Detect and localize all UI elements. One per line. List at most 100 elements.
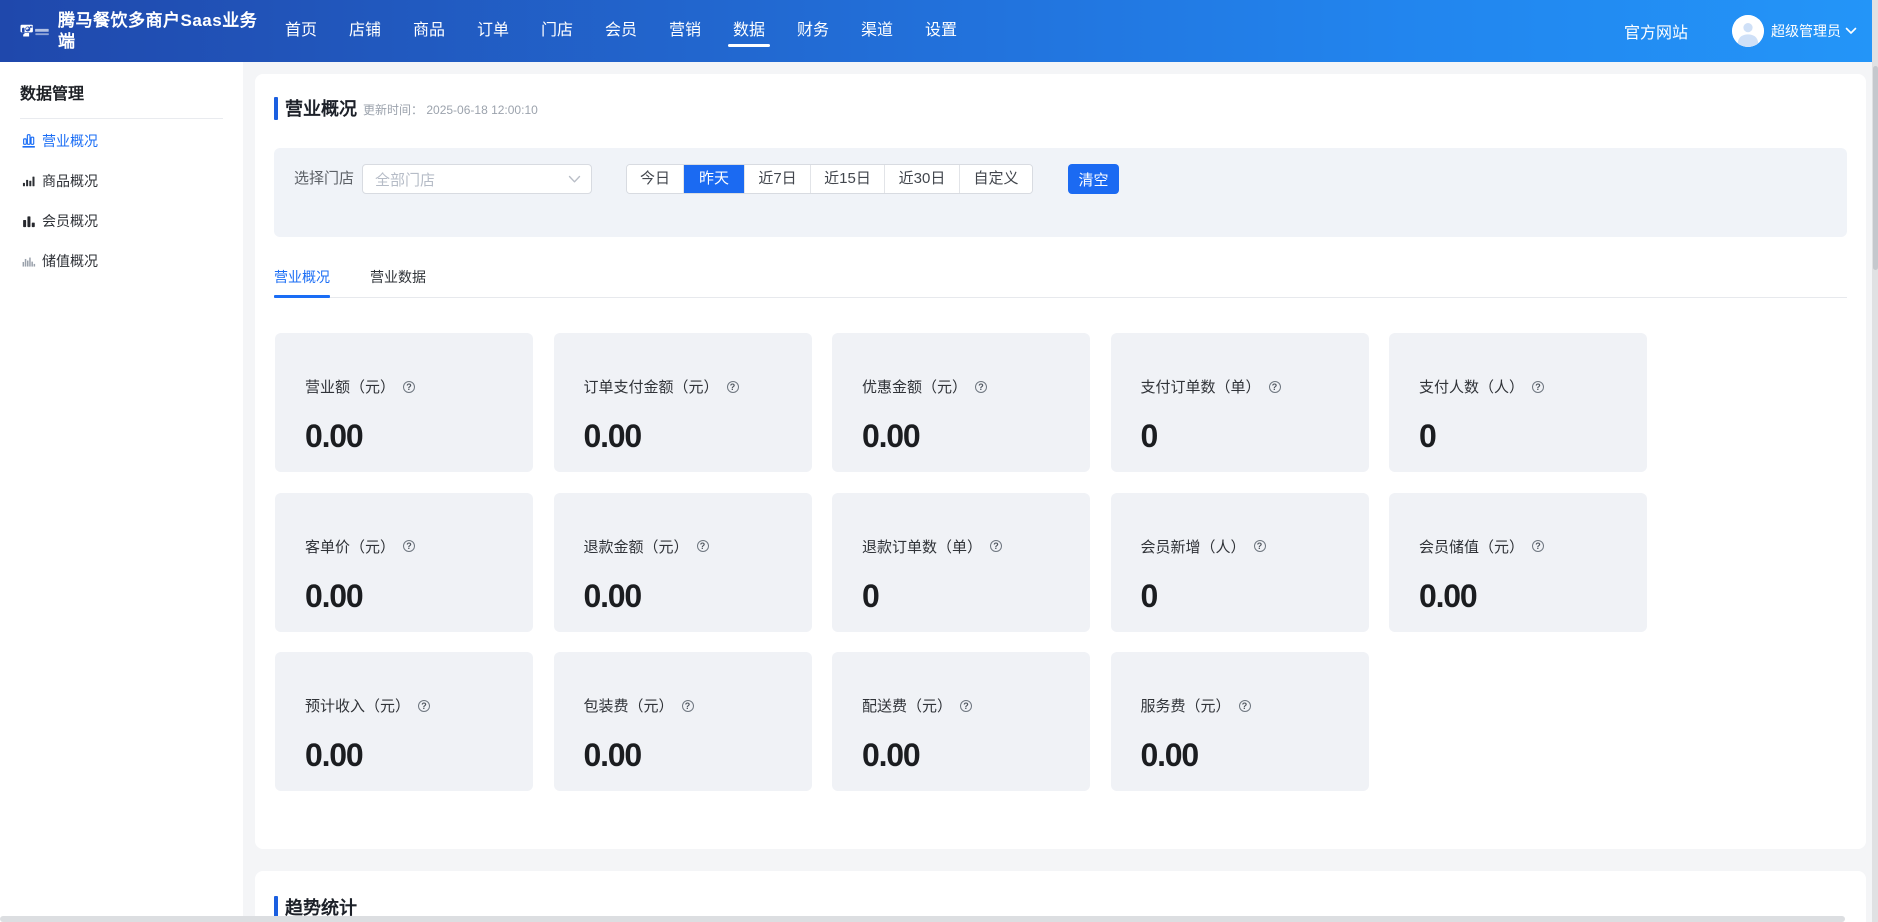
nav-item-label: 店铺 <box>349 22 381 39</box>
stat-value: 0.00 <box>305 737 533 774</box>
tab-label: 营业概况 <box>274 269 330 285</box>
stat-label: 退款金额（元） <box>584 536 689 557</box>
stat-value: 0.00 <box>305 418 533 455</box>
stat-label: 服务费（元） <box>1141 695 1231 716</box>
nav-item-label: 门店 <box>541 22 573 39</box>
stat-card-6: 客单价（元）? 0.00 <box>275 493 533 632</box>
store-select-placeholder: 全部门店 <box>375 169 568 190</box>
horizontal-scrollbar-thumb[interactable] <box>0 916 1845 922</box>
nav-active-underline <box>728 44 770 47</box>
range-button-6[interactable]: 自定义 <box>960 165 1032 193</box>
bar-chart-outline-icon <box>21 133 36 149</box>
nav-item-label: 订单 <box>477 22 509 39</box>
stat-card-9: 会员新增（人）?0 <box>1111 493 1369 632</box>
stat-value: 0.00 <box>305 578 533 615</box>
nav-item-6[interactable]: 会员 <box>605 0 637 62</box>
stat-card-4: 支付订单数（单）?0 <box>1111 333 1369 472</box>
stat-label: 配送费（元） <box>862 695 952 716</box>
stat-label-row: 包装费（元）? <box>584 695 812 716</box>
stat-value: 0.00 <box>584 737 812 774</box>
sidebar-item-2[interactable]: 商品概况 <box>0 161 243 201</box>
page-title: 营业概况 <box>285 95 357 121</box>
nav-item-label: 会员 <box>605 22 637 39</box>
official-website-link[interactable]: 官方网站 <box>1624 19 1688 43</box>
sidebar-item-label: 商品概况 <box>42 171 98 191</box>
sidebar-divider <box>20 118 223 119</box>
nav-item-8[interactable]: 数据 <box>733 0 765 62</box>
trend-statistics-card: 趋势统计 <box>255 871 1866 922</box>
sidebar-item-4[interactable]: 储值概况 <box>0 241 243 281</box>
nav-item-4[interactable]: 订单 <box>477 0 509 62</box>
sidebar: 数据管理 营业概况商品概况会员概况储值概况 <box>0 62 243 922</box>
sidebar-item-3[interactable]: 会员概况 <box>0 201 243 241</box>
stat-value: 0 <box>862 578 1090 615</box>
stat-value: 0.00 <box>862 418 1090 455</box>
stat-label-row: 服务费（元）? <box>1141 695 1369 716</box>
stat-card-8: 退款订单数（单）? 0 <box>832 493 1090 632</box>
nav-item-9[interactable]: 财务 <box>797 0 829 62</box>
section-title-row: 营业概况 更新时间： 2025-06-18 12:00:10 <box>274 74 1847 121</box>
nav-item-5[interactable]: 门店 <box>541 0 573 62</box>
stat-label-row: 支付人数（人）? <box>1419 376 1647 397</box>
help-icon[interactable]: ? <box>1532 381 1544 393</box>
stat-card-1: 营业额（元）? 0.00 <box>275 333 533 472</box>
range-button-3[interactable]: 近7日 <box>745 165 811 193</box>
nav-item-7[interactable]: 营销 <box>669 0 701 62</box>
tabs-baseline <box>274 297 1847 298</box>
help-icon[interactable]: ? <box>975 381 987 393</box>
sidebar-menu: 营业概况商品概况会员概况储值概况 <box>0 121 243 281</box>
nav-item-label: 首页 <box>285 22 317 39</box>
vertical-scrollbar-track[interactable] <box>1872 0 1878 922</box>
update-time-label: 更新时间： <box>363 103 423 117</box>
avatar[interactable] <box>1732 15 1764 47</box>
tab-1[interactable]: 营业概况 <box>274 259 330 298</box>
help-icon[interactable]: ? <box>727 381 739 393</box>
stat-value: 0.00 <box>584 578 812 615</box>
range-button-2[interactable]: 昨天 <box>684 164 745 194</box>
help-icon[interactable]: ? <box>960 700 972 712</box>
top-navbar: 腾马餐饮多商户Saas业务端 首页店铺商品订单门店会员营销数据财务渠道设置 官方… <box>0 0 1872 62</box>
stat-label-row: 营业额（元）? <box>305 376 533 397</box>
stat-label: 退款订单数（单） <box>862 536 982 557</box>
help-icon[interactable]: ? <box>990 540 1002 552</box>
help-icon[interactable]: ? <box>1254 540 1266 552</box>
help-icon[interactable]: ? <box>697 540 709 552</box>
clear-button[interactable]: 清空 <box>1068 164 1119 194</box>
help-icon[interactable]: ? <box>1269 381 1281 393</box>
range-button-1[interactable]: 今日 <box>627 165 684 193</box>
help-icon[interactable]: ? <box>1239 700 1251 712</box>
help-icon[interactable]: ? <box>682 700 694 712</box>
help-icon[interactable]: ? <box>1532 540 1544 552</box>
range-button-5[interactable]: 近30日 <box>885 165 960 193</box>
select-chevron-down-icon <box>568 175 581 184</box>
nav-item-1[interactable]: 首页 <box>285 0 317 62</box>
stat-card-2: 订单支付金额（元）?0.00 <box>554 333 812 472</box>
nav-item-11[interactable]: 设置 <box>925 0 957 62</box>
tab-2[interactable]: 营业数据 <box>370 259 426 298</box>
sidebar-item-label: 会员概况 <box>42 211 98 231</box>
help-icon[interactable]: ? <box>418 700 430 712</box>
overview-tabs: 营业概况 营业数据 <box>274 259 1847 298</box>
help-icon[interactable]: ? <box>403 381 415 393</box>
store-filter-label: 选择门店 <box>294 164 354 194</box>
stat-card-13: 配送费（元）?0.00 <box>832 652 1090 791</box>
stat-label: 客单价（元） <box>305 536 395 557</box>
nav-item-3[interactable]: 商品 <box>413 0 445 62</box>
nav-item-10[interactable]: 渠道 <box>861 0 893 62</box>
range-button-4[interactable]: 近15日 <box>811 165 885 193</box>
nav-item-2[interactable]: 店铺 <box>349 0 381 62</box>
update-time: 更新时间： 2025-06-18 12:00:10 <box>363 98 538 118</box>
stat-label: 优惠金额（元） <box>862 376 967 397</box>
stat-label-row: 退款订单数（单）? <box>862 536 1090 557</box>
user-menu[interactable]: 超级管理员 <box>1771 21 1857 41</box>
trend-title-row: 趋势统计 <box>274 871 1847 920</box>
stat-value: 0.00 <box>1141 737 1369 774</box>
sidebar-item-1[interactable]: 营业概况 <box>0 121 243 161</box>
store-select[interactable]: 全部门店 <box>362 164 592 194</box>
stat-label-row: 优惠金额（元）? <box>862 376 1090 397</box>
stat-label-row: 客单价（元）? <box>305 536 533 557</box>
stat-label-row: 退款金额（元）? <box>584 536 812 557</box>
vertical-scrollbar-thumb[interactable] <box>1873 66 1878 270</box>
sidebar-item-label: 储值概况 <box>42 251 98 271</box>
help-icon[interactable]: ? <box>403 540 415 552</box>
